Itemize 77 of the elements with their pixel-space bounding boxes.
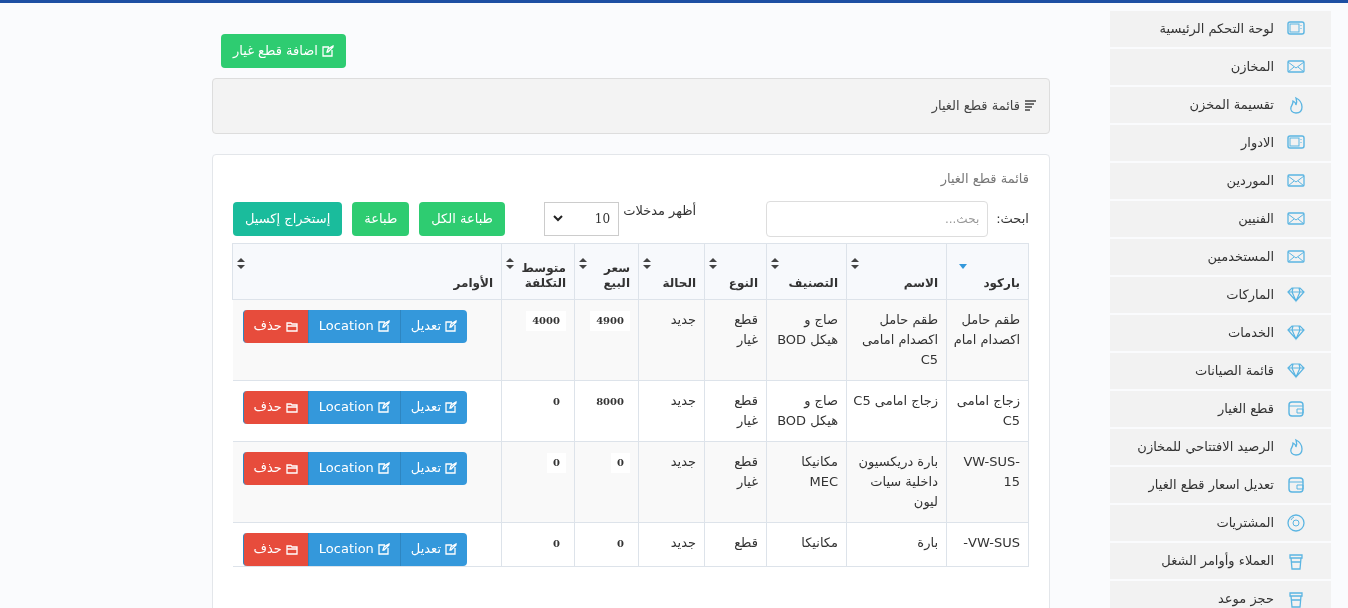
sidebar-item[interactable]: العملاء وأوامر الشغل [1110, 543, 1331, 579]
delete-button[interactable]: حذف [242, 532, 308, 566]
column-header[interactable]: سعر البيع [574, 243, 639, 299]
column-header[interactable]: التصنيف [766, 243, 847, 299]
diamond-icon [1286, 323, 1306, 343]
search-field[interactable]: بحث... [766, 200, 989, 237]
table-cell: جديد [670, 392, 696, 408]
cup-icon [1286, 551, 1306, 571]
table-cell: VW-SUS- [963, 534, 1020, 550]
table-cell: VW-SUS-15 [963, 453, 1020, 489]
column-header[interactable]: متوسط التكلفة [501, 243, 575, 299]
list-icon [1024, 100, 1037, 112]
edit-icon [445, 462, 457, 474]
table-cell: مكانيكا [801, 534, 838, 550]
edit-icon [377, 320, 390, 332]
panel-title: قائمة قطع الغيار [931, 97, 1020, 116]
column-header[interactable]: الحالة [638, 243, 705, 299]
card-title: قائمة قطع الغيار [939, 170, 1029, 189]
folder-icon [285, 543, 298, 555]
table-cell: جديد [670, 534, 696, 550]
sidebar-item[interactable]: المشتريات [1110, 505, 1331, 541]
sidebar-item[interactable]: تعديل اسعار قطع الغيار [1110, 467, 1331, 503]
edit-icon [377, 401, 390, 413]
sidebar-item[interactable]: تقسيمة المخزن [1110, 87, 1331, 123]
sidebar-item[interactable]: الادوار [1110, 125, 1331, 161]
sidebar-item[interactable]: قائمة الصيانات [1110, 353, 1331, 389]
page-length-label: أظهر مدخلات [623, 201, 697, 220]
wallet-icon [1286, 399, 1306, 419]
folder-icon [285, 401, 298, 413]
disc-icon [1286, 513, 1306, 533]
table-cell: زجاج امامى C5 [853, 392, 938, 408]
delete-button[interactable]: حذف [242, 309, 308, 343]
sidebar-item[interactable]: الماركات [1110, 277, 1331, 313]
column-header[interactable]: النوع [704, 243, 767, 299]
page-length-select[interactable]: 10 [544, 201, 620, 236]
column-header[interactable]: الاسم [846, 243, 947, 299]
table-cell: بارة [917, 534, 938, 550]
table-cell: جديد [670, 311, 696, 327]
table-cell: صاج و هيكل BOD [777, 392, 838, 428]
sidebar-item[interactable]: قطع الغيار [1110, 391, 1331, 427]
edit-icon [377, 462, 390, 474]
table-cell: قطع غيار [734, 392, 758, 428]
column-header[interactable]: الأوامر [232, 243, 502, 299]
sidebar-item[interactable]: الموردين [1110, 163, 1331, 199]
edit-icon [445, 320, 457, 332]
table-cell: طقم حامل اكصدام امام [953, 311, 1020, 347]
edit-icon [377, 543, 390, 555]
sidebar-item[interactable]: الفنيين [1110, 201, 1331, 237]
delete-button[interactable]: حذف [242, 451, 308, 485]
table-cell: صاج و هيكل BOD [777, 311, 838, 347]
sidebar-item[interactable]: المخازن [1110, 49, 1331, 85]
table-cell: زجاج امامى C5 [956, 392, 1020, 428]
delete-button[interactable]: حذف [242, 390, 308, 424]
cup-icon [1286, 589, 1306, 608]
chevron-down-icon [553, 215, 564, 222]
sidebar-item[interactable]: المستخدمين [1110, 239, 1331, 275]
column-header[interactable]: باركود [946, 243, 1029, 299]
search-label: ابحث: [996, 209, 1029, 228]
table-cell: مكانيكا MEC [801, 453, 838, 489]
folder-icon [285, 462, 298, 474]
diamond-icon [1286, 285, 1306, 305]
table-cell: جديد [670, 453, 696, 469]
table-cell: قطع [734, 534, 758, 550]
wallet-icon [1286, 475, 1306, 495]
edit-icon [445, 543, 457, 555]
table-cell: قطع غيار [734, 453, 758, 489]
edit-icon [321, 45, 334, 57]
table-cell: طقم حامل اكصدام امامى C5 [861, 311, 938, 367]
sidebar-item[interactable]: الرصيد الافتتاحي للمخازن [1110, 429, 1331, 465]
folder-icon [285, 320, 298, 332]
edit-icon [445, 401, 457, 413]
sidebar-item[interactable]: حجز موعد [1110, 581, 1331, 608]
sidebar-item[interactable]: الخدمات [1110, 315, 1331, 351]
table-cell: قطع غيار [734, 311, 758, 347]
table-cell: بارة دريكسيون داخلية سيات ليون [858, 453, 938, 509]
diamond-icon [1286, 361, 1306, 381]
sidebar-item[interactable]: لوحة التحكم الرئيسية [1110, 11, 1331, 47]
